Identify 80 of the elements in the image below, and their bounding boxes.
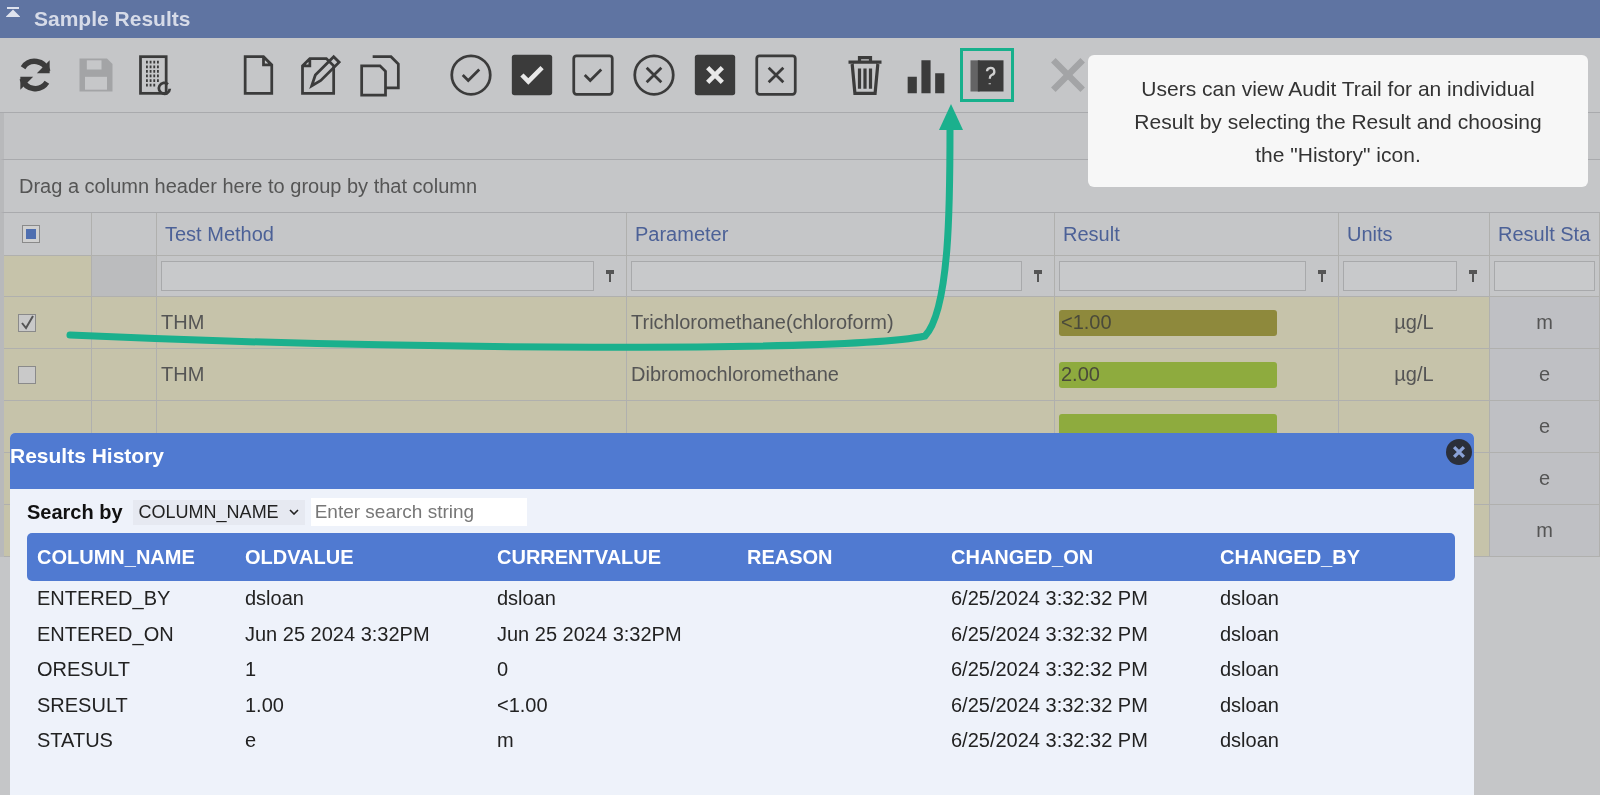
column-header[interactable]: Test Method — [165, 222, 274, 246]
table-cell: Dibromochloromethane — [631, 363, 839, 386]
table-cell: 1 — [245, 658, 257, 681]
table-cell: SRESULT — [37, 693, 128, 716]
column-header[interactable]: CURRENTVALUE — [487, 545, 737, 569]
column-header[interactable]: CHANGED_ON — [941, 545, 1210, 569]
x-square-icon — [754, 53, 798, 97]
table-cell: µg/L — [1394, 363, 1434, 386]
table-cell: 1.00 — [245, 693, 284, 716]
column-header[interactable]: COLUMN_NAME — [27, 545, 235, 569]
table-cell: m — [497, 729, 514, 752]
select-all-checkbox[interactable] — [22, 225, 40, 243]
table-cell: e — [245, 729, 257, 752]
filter-field[interactable] — [1343, 261, 1457, 291]
column-header[interactable]: Parameter — [635, 222, 729, 246]
table-cell: dsloan — [1220, 658, 1279, 681]
table-cell: e — [1490, 349, 1600, 400]
check-circle-icon — [449, 53, 493, 97]
column-header[interactable]: CHANGED_BY — [1210, 545, 1455, 569]
column-header[interactable]: Result Sta — [1498, 222, 1591, 246]
column-header[interactable]: REASON — [737, 545, 941, 569]
table-cell: 0 — [497, 658, 509, 681]
table-cell: 6/25/2024 3:32:32 PM — [951, 729, 1148, 752]
table-cell: <1.00 — [497, 693, 548, 716]
x-circle-icon — [632, 53, 676, 97]
result-value: 2.00 — [1059, 361, 1277, 388]
table-cell: ENTERED_ON — [37, 622, 174, 645]
table-cell: ENTERED_BY — [37, 587, 171, 610]
close-icon[interactable] — [1446, 439, 1472, 465]
filter-field[interactable] — [1494, 261, 1595, 291]
group-hint: Drag a column header here to group by that column — [19, 174, 478, 198]
callout-text: Users can view Audit Trail for an individual Result by selecting the Result and choosing the "History" icon. — [1133, 75, 1543, 168]
column-select[interactable]: COLUMN_NAME — [132, 499, 305, 525]
table-row[interactable]: THM Trichloromethane(chloroform) <1.00 µg/L m — [4, 297, 1600, 349]
table-cell: e — [1490, 453, 1600, 504]
table-cell: STATUS — [37, 729, 113, 752]
table-cell: dsloan — [1220, 729, 1279, 752]
column-header[interactable]: Result — [1063, 222, 1120, 246]
toolbar-button[interactable] — [960, 48, 1014, 102]
chevron-icon — [288, 509, 299, 515]
table-cell: Jun 25 2024 3:32PM — [245, 622, 430, 645]
table-cell: 6/25/2024 3:32:32 PM — [951, 622, 1148, 645]
panel-title: Sample Results — [34, 7, 191, 31]
row-checkbox[interactable] — [18, 313, 36, 332]
x-square-icon — [693, 53, 737, 97]
table-row[interactable]: THM Dibromochloromethane 2.00 µg/L e — [4, 349, 1600, 401]
check-square-icon — [571, 53, 615, 97]
result-value: <1.00 — [1059, 309, 1277, 336]
table-cell: m — [1490, 505, 1600, 556]
filter-field[interactable] — [631, 261, 1022, 291]
table-cell: dsloan — [1220, 693, 1279, 716]
table-cell: Trichloromethane(chloroform) — [631, 311, 894, 334]
filter-icon[interactable] — [1318, 270, 1326, 282]
filter-icon[interactable] — [1034, 270, 1042, 282]
filter-icon[interactable] — [1469, 270, 1477, 282]
table-cell: µg/L — [1394, 311, 1434, 334]
table-cell: e — [1490, 401, 1600, 452]
table-cell: THM — [161, 311, 205, 334]
table-cell: 6/25/2024 3:32:32 PM — [951, 693, 1148, 716]
copy-icon — [358, 53, 402, 97]
table-cell: dsloan — [1220, 622, 1279, 645]
column-header[interactable]: Units — [1347, 222, 1393, 246]
table-cell: Jun 25 2024 3:32PM — [497, 622, 682, 645]
row-checkbox[interactable] — [18, 365, 36, 384]
search-field[interactable]: Enter search string — [310, 498, 527, 526]
search-label: Search by — [27, 500, 123, 524]
table-cell: dsloan — [245, 587, 304, 610]
filter-field[interactable] — [161, 261, 594, 291]
filter-field[interactable] — [1059, 261, 1306, 291]
table-cell: m — [1490, 297, 1600, 348]
column-header[interactable]: OLDVALUE — [235, 545, 487, 569]
table-cell: 6/25/2024 3:32:32 PM — [951, 658, 1148, 681]
collapse-icon[interactable] — [6, 7, 20, 17]
table-cell: ORESULT — [37, 658, 130, 681]
table-cell: dsloan — [1220, 587, 1279, 610]
table-cell: THM — [161, 363, 205, 386]
table-cell: dsloan — [497, 587, 556, 610]
table-cell: 6/25/2024 3:32:32 PM — [951, 587, 1148, 610]
filter-icon[interactable] — [606, 270, 614, 282]
check-square-icon — [510, 53, 554, 97]
